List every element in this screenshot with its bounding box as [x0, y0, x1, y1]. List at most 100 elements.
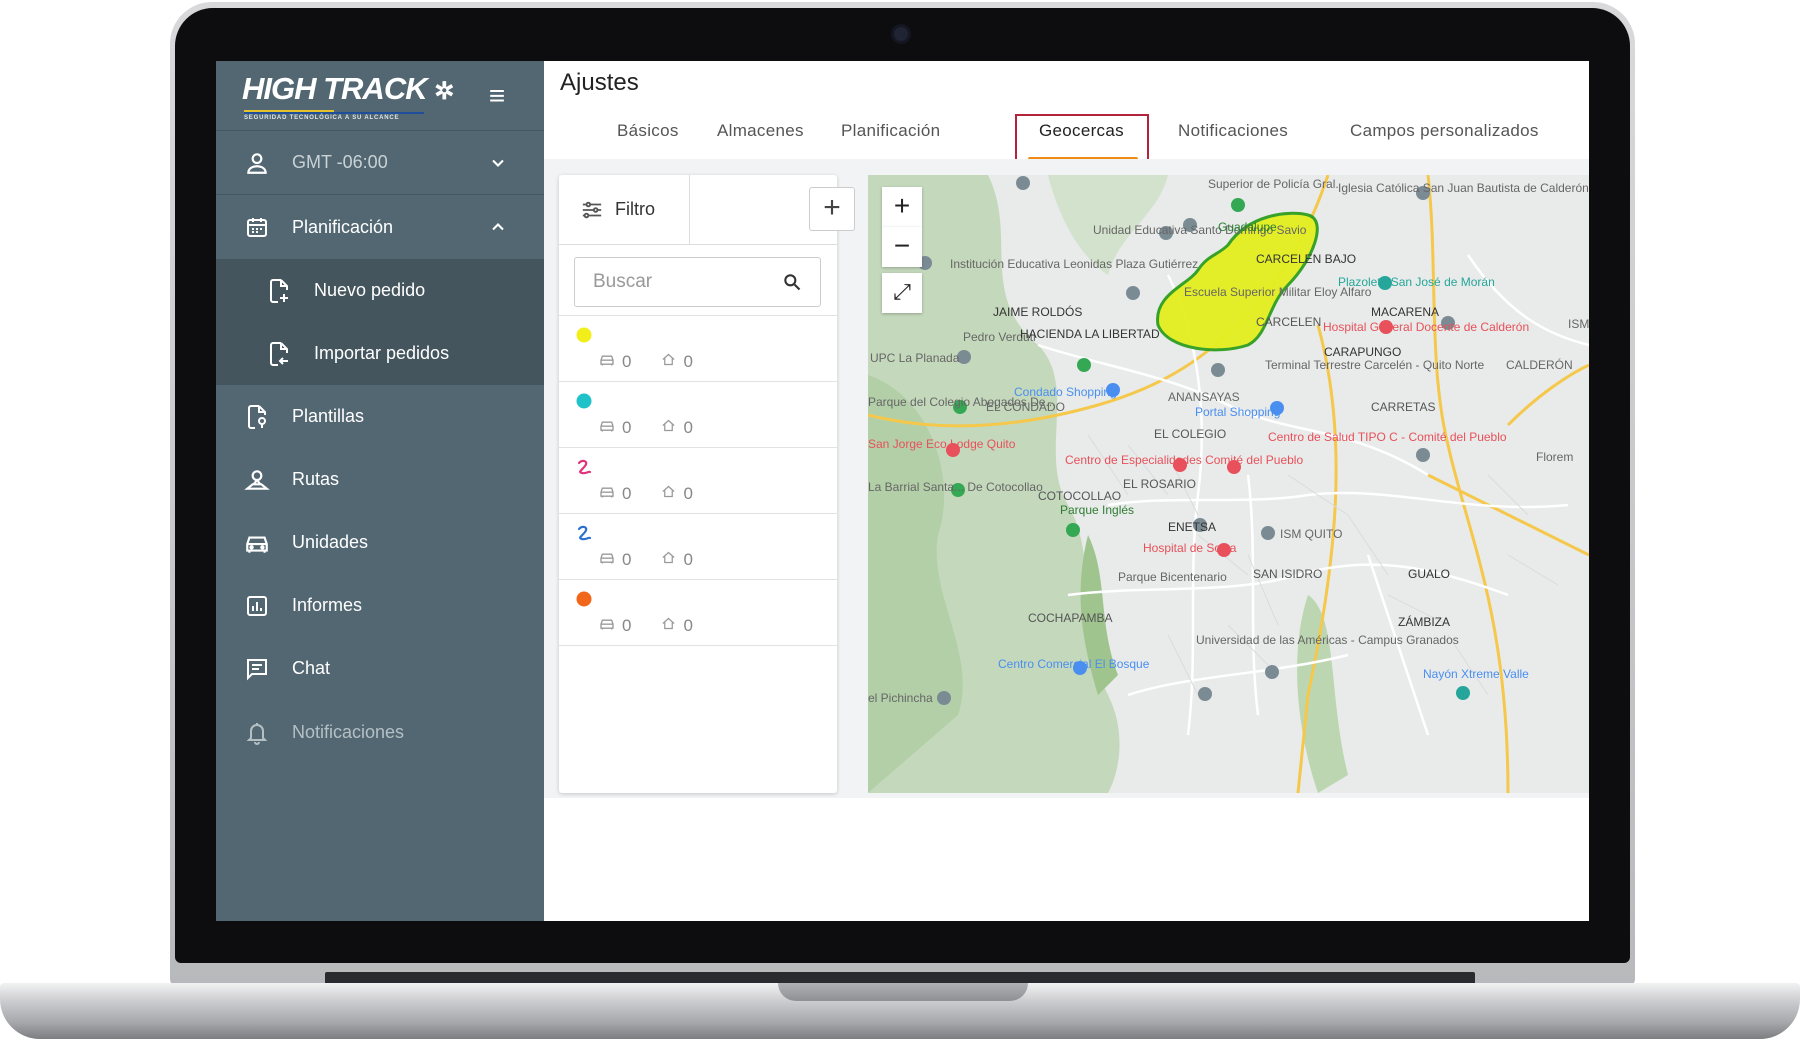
- sidebar-item-chat[interactable]: Chat: [216, 637, 544, 700]
- map-place-label: EL COLEGIO: [1154, 427, 1227, 441]
- sidebar-item-nuevo-pedido[interactable]: Nuevo pedido: [216, 259, 544, 322]
- bell-icon: [244, 720, 270, 746]
- tab-almacenes[interactable]: Almacenes: [717, 121, 804, 141]
- geofence-stats: 0 0: [599, 418, 723, 438]
- fullscreen-icon[interactable]: ⤢: [882, 273, 922, 313]
- vehicle-count: 0: [599, 418, 631, 438]
- map-view[interactable]: + − ⤢ Superior de Policía Gral. Iglesia C…: [868, 175, 1589, 793]
- sidebar-item-label: Notificaciones: [292, 722, 405, 742]
- map-place-label: CALDERÓN: [1506, 358, 1573, 372]
- sidebar-item-label: Plantillas: [292, 406, 365, 426]
- car-icon: [599, 352, 622, 372]
- geofence-list-item[interactable]: 0 0: [559, 579, 837, 645]
- warehouse-count-value: 0: [683, 616, 693, 635]
- home-icon: [661, 352, 683, 372]
- vehicle-count-value: 0: [622, 550, 632, 569]
- warehouse-count: 0: [661, 616, 693, 636]
- sidebar-item-importar-pedidos[interactable]: Importar pedidos: [216, 322, 544, 385]
- warehouse-count-value: 0: [683, 550, 693, 569]
- hamburger-menu-icon[interactable]: ≡: [482, 81, 512, 111]
- map-place-label: GUALO: [1408, 567, 1451, 581]
- filter-button[interactable]: Filtro: [559, 175, 690, 245]
- car-icon: [599, 550, 622, 570]
- map-place-label: Iglesia Católica San Juan Bautista de Ca…: [1338, 181, 1589, 195]
- user-icon: [244, 150, 270, 176]
- chevron-down-icon: [492, 159, 504, 167]
- geofence-list-item[interactable]: 0 0: [559, 381, 837, 447]
- sidebar-item-unidades[interactable]: Unidades: [216, 511, 544, 574]
- map-place-label: Parque Inglés: [1060, 503, 1135, 517]
- zoom-in-button[interactable]: +: [882, 187, 922, 227]
- sidebar-item-label: Planificación: [292, 216, 394, 237]
- search-input[interactable]: Buscar: [574, 257, 821, 307]
- map-place-label: ENETSA: [1168, 520, 1217, 534]
- map-place-label: ISM: [1568, 317, 1589, 331]
- sidebar-item-informes[interactable]: Informes: [216, 574, 544, 637]
- zoom-out-button[interactable]: −: [882, 227, 922, 267]
- map-place-label: MACARENA: [1371, 305, 1440, 319]
- laptop-notch: [778, 983, 1028, 1001]
- sidebar-item-rutas[interactable]: Rutas: [216, 448, 544, 511]
- map-place-label: ISM QUITO: [1280, 527, 1343, 541]
- map-place-label: CARRETAS: [1371, 400, 1436, 414]
- home-icon: [661, 418, 683, 438]
- warehouse-count-value: 0: [683, 352, 693, 371]
- home-icon: [661, 550, 683, 570]
- map-place-label: Hospital General Docente de Calderón: [1323, 320, 1530, 334]
- chart-icon: [244, 593, 270, 619]
- geofence-route-icon: [577, 459, 592, 475]
- tab-planificacion[interactable]: Planificación: [841, 121, 940, 141]
- sidebar-item-label: Rutas: [292, 469, 340, 489]
- vehicle-count-value: 0: [622, 352, 632, 371]
- filter-label: Filtro: [615, 199, 655, 219]
- map-place-label: COCHAPAMBA: [1028, 611, 1113, 625]
- map-place-label: Nayón Xtreme Valle: [1423, 667, 1529, 681]
- brand-name: HIGH TRACK: [242, 71, 428, 106]
- warehouse-count: 0: [661, 352, 693, 372]
- map-place-label: Parque Bicentenario: [1118, 570, 1227, 584]
- brand-logo[interactable]: HIGH TRACK ✲: [242, 71, 454, 107]
- tab-notificaciones[interactable]: Notificaciones: [1178, 121, 1288, 141]
- geofence-list-item[interactable]: 0 0: [559, 513, 837, 579]
- sidebar-item-label: Nuevo pedido: [314, 280, 426, 300]
- tab-basicos[interactable]: Básicos: [617, 121, 679, 141]
- geofence-stats: 0 0: [599, 550, 723, 570]
- warehouse-count-value: 0: [683, 418, 693, 437]
- sidebar-item-notificaciones[interactable]: Notificaciones: [216, 701, 544, 764]
- brand-header: HIGH TRACK ✲ SEGURIDAD TECNOLÓGICA A SU …: [216, 61, 544, 131]
- filter-icon: [582, 201, 602, 218]
- file-add-icon: [266, 278, 292, 304]
- brand-tagline: SEGURIDAD TECNOLÓGICA A SU ALCANCE: [244, 112, 424, 121]
- warehouse-count-value: 0: [683, 484, 693, 503]
- add-geofence-button[interactable]: +: [809, 187, 855, 231]
- map-place-label: HACIENDA LA LIBERTAD: [1020, 327, 1160, 341]
- search-icon: [784, 274, 801, 291]
- map-place-label: Plazoleta San José de Morán: [1338, 275, 1495, 289]
- webcam: [894, 27, 908, 41]
- sidebar: HIGH TRACK ✲ SEGURIDAD TECNOLÓGICA A SU …: [216, 61, 544, 921]
- geofence-stats: 0 0: [599, 352, 723, 372]
- map-place-label: Universidad de las Américas - Campus Gra…: [1196, 633, 1459, 647]
- map-place-label: ANANSAYAS: [1168, 390, 1240, 404]
- geofence-color-dot-icon: [576, 393, 592, 409]
- map-place-label: San Jorge Eco Lodge Quito: [868, 437, 1016, 451]
- chat-icon: [244, 656, 270, 682]
- vehicle-count-value: 0: [622, 418, 632, 437]
- tab-campos-personalizados[interactable]: Campos personalizados: [1350, 121, 1539, 141]
- map-place-label: JAIME ROLDÓS: [993, 305, 1083, 319]
- geofence-list-item[interactable]: 0 0: [559, 447, 837, 513]
- map-place-label: COTOCOLLAO: [1038, 489, 1122, 503]
- sidebar-item-planificacion[interactable]: Planificación: [216, 195, 544, 259]
- list-divider: [559, 645, 837, 646]
- vehicle-count-value: 0: [622, 484, 632, 503]
- geofence-color-dot-icon: [576, 591, 592, 607]
- geofence-list-item[interactable]: 0 0: [559, 315, 837, 381]
- timezone-selector[interactable]: GMT -06:00: [216, 131, 544, 195]
- sidebar-item-label: Chat: [292, 658, 331, 678]
- warehouse-count: 0: [661, 484, 693, 504]
- car-icon: [599, 484, 622, 504]
- map-place-label: Portal Shopping: [1195, 405, 1281, 419]
- map-place-label: Institución Educativa Leonidas Plaza Gut…: [950, 257, 1199, 271]
- geofence-color-dot-icon: [576, 327, 592, 343]
- sidebar-item-plantillas[interactable]: Plantillas: [216, 385, 544, 448]
